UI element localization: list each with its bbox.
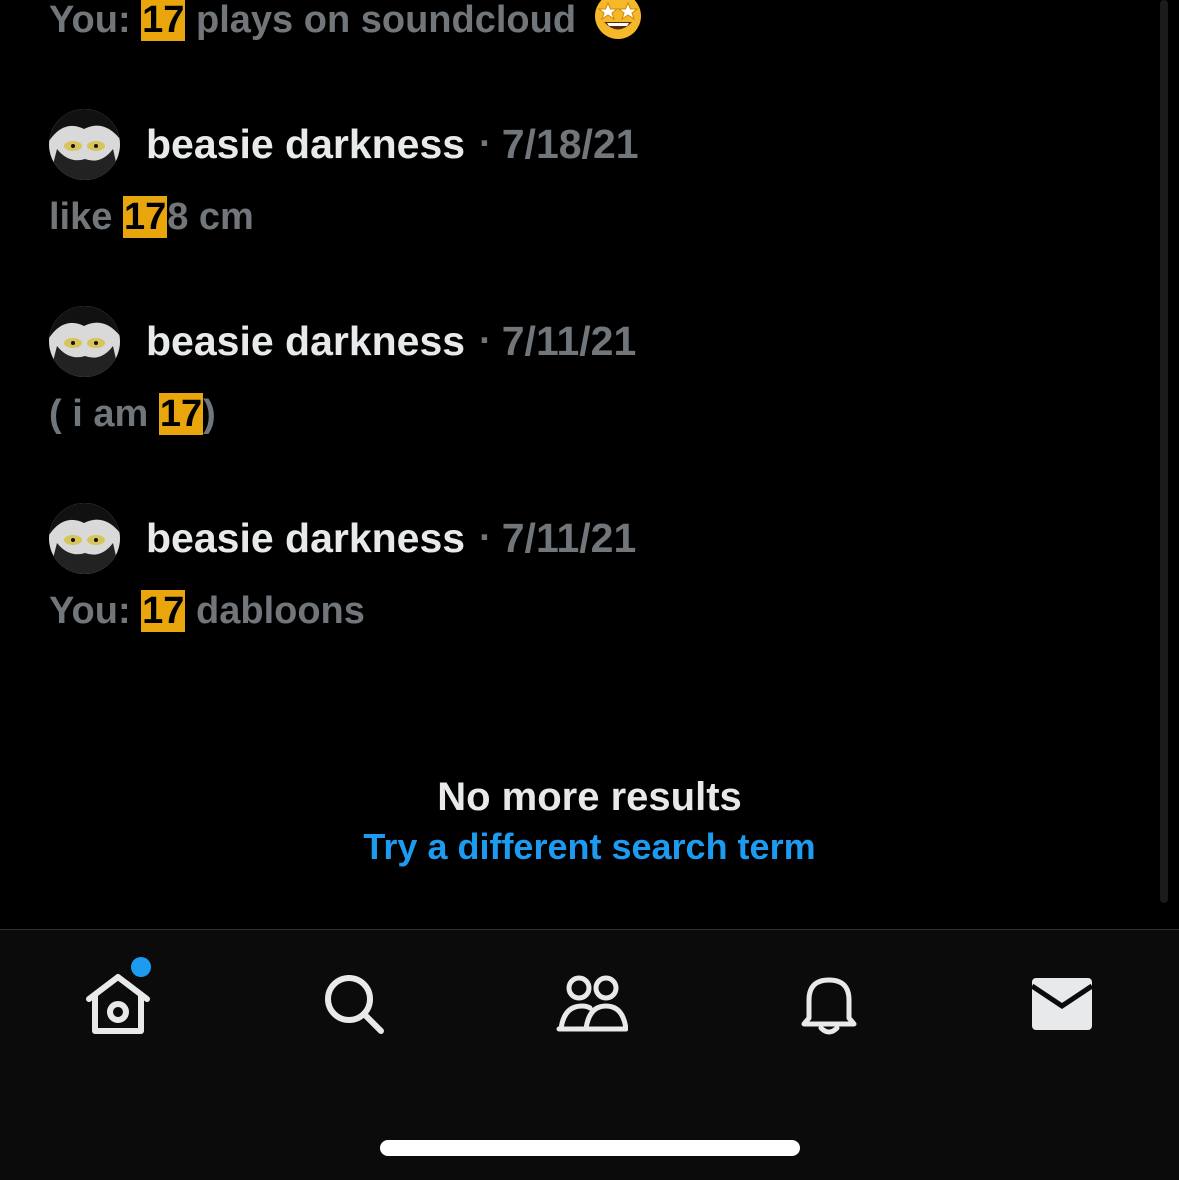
search-match-highlight: 17 xyxy=(122,196,168,238)
separator-dot: · xyxy=(479,319,492,362)
author-name[interactable]: beasie darkness xyxy=(146,318,465,365)
avatar[interactable] xyxy=(49,305,120,377)
message-snippet[interactable]: like 178 cm xyxy=(49,194,254,240)
scrollbar[interactable] xyxy=(1160,0,1168,903)
snippet-suffix: dabloons xyxy=(185,590,365,632)
tab-communities[interactable] xyxy=(552,970,632,1042)
snippet-prefix: You: xyxy=(49,0,142,41)
avatar[interactable] xyxy=(49,502,120,574)
bottom-tab-bar xyxy=(0,929,1179,1180)
home-indicator[interactable] xyxy=(380,1140,800,1156)
snippet-prefix: like xyxy=(49,196,123,238)
tab-home[interactable] xyxy=(78,970,158,1042)
snippet-prefix: You: xyxy=(49,590,142,632)
separator-dot: · xyxy=(479,122,492,165)
search-match-highlight: 17 xyxy=(141,0,186,41)
snippet-suffix: ) xyxy=(203,393,216,435)
message-snippet[interactable]: You: 17 dabloons xyxy=(49,588,365,634)
snippet-suffix: plays on soundcloud xyxy=(185,0,577,41)
different-search-link[interactable]: Try a different search term xyxy=(0,826,1179,868)
message-date: 7/11/21 xyxy=(501,514,637,561)
author-name[interactable]: beasie darkness xyxy=(146,121,465,168)
no-more-results-title: No more results xyxy=(437,775,742,819)
result-header[interactable]: beasie darkness · 7/11/21 xyxy=(49,502,636,574)
people-icon xyxy=(556,974,629,1039)
result-header[interactable]: beasie darkness · 7/11/21 xyxy=(49,305,636,377)
notification-dot xyxy=(131,957,151,977)
result-header[interactable]: beasie darkness · 7/18/21 xyxy=(49,108,639,180)
tab-notifications[interactable] xyxy=(789,970,869,1042)
search-icon xyxy=(322,972,386,1041)
snippet-prefix: ( i am xyxy=(49,393,159,435)
message-date: 7/18/21 xyxy=(501,120,639,167)
message-snippet[interactable]: ( i am 17) xyxy=(49,391,216,437)
search-results: You: 17 plays on soundcloud beasie darkn… xyxy=(0,0,1160,929)
avatar[interactable] xyxy=(49,108,120,180)
home-icon xyxy=(83,971,153,1042)
bell-icon xyxy=(799,972,859,1041)
author-name[interactable]: beasie darkness xyxy=(146,515,465,562)
star-struck-emoji xyxy=(593,0,643,41)
mail-icon xyxy=(1030,976,1094,1037)
search-match-highlight: 17 xyxy=(158,393,204,435)
message-date: 7/11/21 xyxy=(501,317,637,364)
snippet-suffix: 8 cm xyxy=(167,196,254,238)
search-match-highlight: 17 xyxy=(141,590,186,632)
separator-dot: · xyxy=(479,516,492,559)
message-snippet[interactable]: You: 17 plays on soundcloud xyxy=(49,0,643,43)
tab-messages[interactable] xyxy=(1022,970,1102,1042)
tab-search[interactable] xyxy=(314,970,394,1042)
